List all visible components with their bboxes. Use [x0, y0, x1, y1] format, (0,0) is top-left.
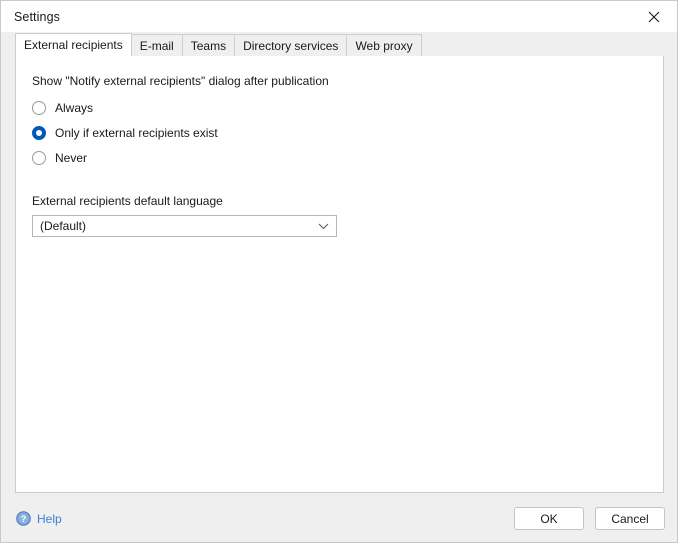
- footer-button-group: OK Cancel: [503, 507, 665, 530]
- svg-text:?: ?: [21, 514, 27, 524]
- ok-button-label: OK: [540, 512, 557, 526]
- radio-label: Always: [55, 101, 93, 115]
- notify-group-heading: Show "Notify external recipients" dialog…: [32, 73, 663, 89]
- default-language-value: (Default): [40, 219, 86, 233]
- tab-label: External recipients: [24, 38, 123, 52]
- default-language-select[interactable]: (Default): [32, 215, 337, 237]
- close-icon: [648, 11, 660, 23]
- notify-radio-group: Always Only if external recipients exist…: [32, 95, 663, 170]
- tab-bar: External recipients E-mail Teams Directo…: [1, 32, 677, 56]
- content-area: Show "Notify external recipients" dialog…: [1, 56, 677, 495]
- chevron-down-icon: [318, 223, 329, 230]
- tab-web-proxy[interactable]: Web proxy: [346, 34, 421, 56]
- tab-directory-services[interactable]: Directory services: [234, 34, 347, 56]
- tab-label: Web proxy: [355, 39, 412, 53]
- ok-button[interactable]: OK: [514, 507, 584, 530]
- tab-label: E-mail: [140, 39, 174, 53]
- tab-e-mail[interactable]: E-mail: [131, 34, 183, 56]
- tab-panel-external-recipients: Show "Notify external recipients" dialog…: [15, 55, 664, 493]
- settings-dialog: Settings External recipients E-mail Team…: [0, 0, 678, 543]
- dialog-footer: ? Help OK Cancel: [1, 495, 677, 542]
- cancel-button[interactable]: Cancel: [595, 507, 665, 530]
- default-language-label: External recipients default language: [32, 193, 663, 209]
- help-label: Help: [37, 512, 62, 526]
- tab-external-recipients[interactable]: External recipients: [15, 33, 132, 56]
- help-circle-icon: ?: [16, 511, 31, 526]
- window-title: Settings: [1, 10, 60, 24]
- radio-icon: [32, 151, 46, 165]
- close-button[interactable]: [631, 1, 677, 32]
- tab-teams[interactable]: Teams: [182, 34, 235, 56]
- title-bar: Settings: [1, 1, 677, 32]
- default-language-field: External recipients default language (De…: [32, 193, 663, 237]
- radio-option-never[interactable]: Never: [32, 145, 663, 170]
- radio-icon: [32, 101, 46, 115]
- radio-option-always[interactable]: Always: [32, 95, 663, 120]
- radio-option-only-if-external-recipients-exist[interactable]: Only if external recipients exist: [32, 120, 663, 145]
- radio-label: Never: [55, 151, 87, 165]
- tab-label: Teams: [191, 39, 226, 53]
- radio-icon-selected: [32, 126, 46, 140]
- radio-label: Only if external recipients exist: [55, 126, 218, 140]
- help-link[interactable]: ? Help: [16, 511, 62, 526]
- tab-label: Directory services: [243, 39, 338, 53]
- cancel-button-label: Cancel: [611, 512, 648, 526]
